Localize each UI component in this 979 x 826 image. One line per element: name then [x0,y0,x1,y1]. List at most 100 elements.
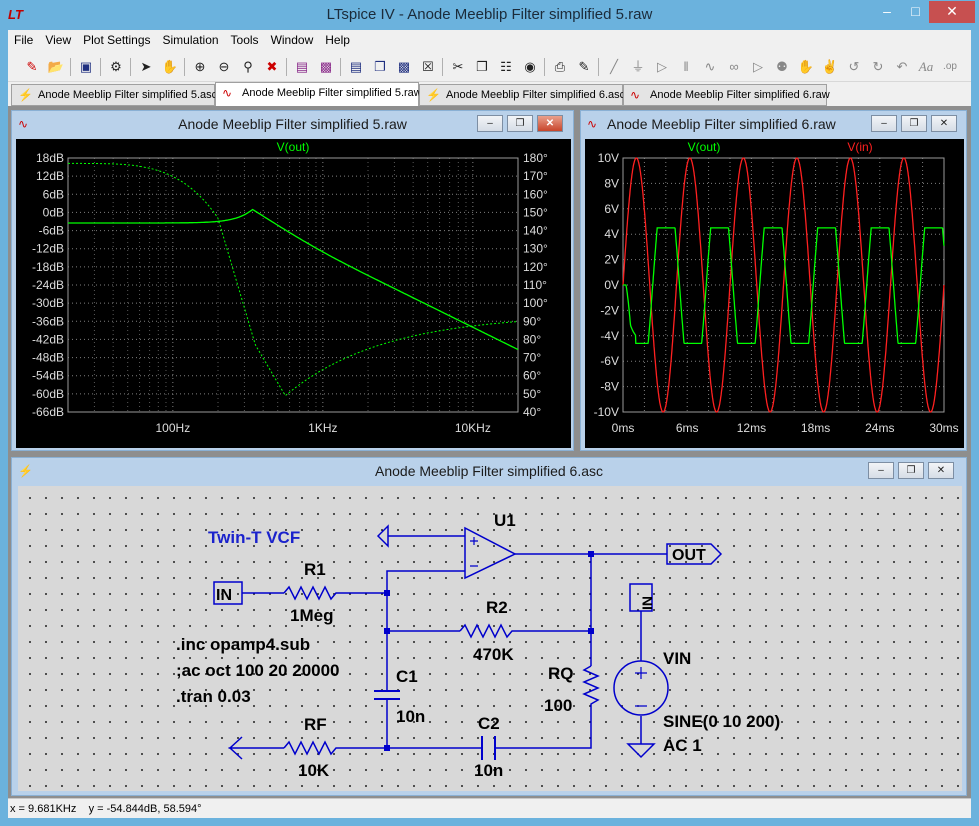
tab-meeblip-6-asc[interactable]: ⚡ Anode Meeblip Filter simplified 6.asc [419,84,625,106]
cascade-windows-icon[interactable]: ❐ [370,57,390,77]
ground-icon[interactable]: ⏚ [628,57,648,77]
label-out[interactable]: OUT [672,547,706,564]
close-window-icon[interactable]: ☒ [418,57,438,77]
zoom-fit-icon[interactable]: ⚲ [238,57,258,77]
minimize-button[interactable]: – [872,1,902,23]
label-r2-name[interactable]: R2 [486,598,508,617]
plot6-area[interactable]: V(out) V(in) 10V 8V 6V 4V 2V 0V -2V -4V -6V -8V -1… [585,139,964,448]
schematic-close-button[interactable]: ✕ [928,462,954,479]
drag-hand-icon[interactable]: ✌ [820,57,840,77]
spice-directive-ac[interactable]: ;ac oct 100 20 20000 [176,661,340,680]
label-r2-value[interactable]: 470K [473,645,514,664]
resistor-icon[interactable]: ∿ [700,57,720,77]
resistor-rf[interactable] [283,740,345,756]
plot5-area[interactable]: V(out) 18dB 12dB 6dB 0dB -6dB -12dB -18dB -24dB… [16,139,571,448]
label-net-icon[interactable]: ▷ [652,57,672,77]
schematic-heading[interactable]: Twin-T VCF [208,528,300,547]
plot5-minimize-button[interactable]: – [477,115,503,132]
menu-view[interactable]: View [39,30,77,52]
redo-icon[interactable]: ↻ [868,57,888,77]
plot6-close-button[interactable]: ✕ [931,115,957,132]
resistor-r1[interactable] [283,585,350,601]
plot6-minimize-button[interactable]: – [871,115,897,132]
cut-icon[interactable]: ✂ [448,57,468,77]
menu-tools[interactable]: Tools [225,30,265,52]
menu-plot-settings[interactable]: Plot Settings [77,30,156,52]
pan-hand-icon[interactable]: ✋ [160,57,180,77]
capacitor-c1[interactable] [374,690,400,700]
resistor-rq[interactable] [582,665,600,712]
close-button[interactable]: ✕ [929,1,975,23]
save-icon[interactable]: ▣ [76,57,96,77]
tab-meeblip-6-raw[interactable]: ∿ Anode Meeblip Filter simplified 6.raw [623,84,830,106]
text-icon[interactable]: Aa [916,57,936,77]
diode-icon[interactable]: ▷ [748,57,768,77]
print-icon[interactable]: ⎙ [550,57,570,77]
find-binoculars-icon[interactable]: ◉ [520,57,540,77]
move-hand-icon[interactable]: ✋ [796,57,816,77]
rotate-icon[interactable]: ↶ [892,57,912,77]
menu-window[interactable]: Window [265,30,320,52]
menu-help[interactable]: Help [319,30,356,52]
label-u1[interactable]: U1 [494,511,516,530]
plot6-trace1-label[interactable]: V(out) [688,140,721,154]
label-rq-name[interactable]: RQ [548,664,574,683]
wire [386,593,460,632]
plot5-close-button[interactable]: ✕ [537,115,563,132]
plot6-restore-button[interactable]: ❐ [901,115,927,132]
tile-vertical-icon[interactable]: ▩ [394,57,414,77]
schematic-canvas[interactable]: Twin-T VCF U1 OUT IN IN VIN R1 1Meg R2 4… [18,486,962,791]
tab-meeblip-5-raw[interactable]: ∿ Anode Meeblip Filter simplified 5.raw [215,82,422,106]
opamp-u1[interactable] [464,526,517,580]
source-sine-spec[interactable]: SINE(0 10 200) [663,712,780,731]
capacitor-c2[interactable] [481,736,496,760]
spice-directive-icon[interactable]: .op [940,57,960,77]
maximize-button[interactable]: □ [902,1,929,23]
label-rq-value[interactable]: 100 [544,696,572,715]
new-schematic-icon[interactable]: ✎ [22,57,42,77]
label-c2-value[interactable]: 10n [474,761,503,780]
plot5-trace-label[interactable]: V(out) [277,140,310,154]
zoom-in-icon[interactable]: ⊕ [190,57,210,77]
resistor-r2[interactable] [459,623,518,639]
schematic-restore-button[interactable]: ❐ [898,462,924,479]
spice-directive-tran[interactable]: .tran 0.03 [176,687,251,706]
open-folder-icon[interactable]: 📂 [46,57,66,77]
plot5-restore-button[interactable]: ❐ [507,115,533,132]
label-r1-value[interactable]: 1Meg [290,606,333,625]
paste-icon[interactable]: ☷ [496,57,516,77]
plot6-x-tick-label: 6ms [676,421,699,435]
label-in-source[interactable]: IN [639,596,655,610]
label-rf-name[interactable]: RF [304,715,327,734]
label-c2-name[interactable]: C2 [478,714,500,733]
zoom-out-icon[interactable]: ⊖ [214,57,234,77]
inductor-icon[interactable]: ∞ [724,57,744,77]
run-icon[interactable]: ➤ [136,57,156,77]
autorange-icon[interactable]: ▤ [292,57,312,77]
undo-icon[interactable]: ↺ [844,57,864,77]
plot6-trace2-label[interactable]: V(in) [847,140,872,154]
schematic-minimize-button[interactable]: – [868,462,894,479]
label-in[interactable]: IN [216,587,232,604]
print-setup-icon[interactable]: ✎ [574,57,594,77]
label-vin[interactable]: VIN [663,649,691,668]
label-rf-value[interactable]: 10K [298,761,330,780]
plot5-phase-trace[interactable] [68,162,519,397]
label-r1-name[interactable]: R1 [304,560,326,579]
copy-icon[interactable]: ❐ [472,57,492,77]
draw-wire-icon[interactable]: ╱ [604,57,624,77]
zoom-cancel-icon[interactable]: ✖ [262,57,282,77]
plot5-y2-tick-label: 70° [523,351,541,365]
source-ac-spec[interactable]: AC 1 [663,736,702,755]
menu-simulation[interactable]: Simulation [157,30,225,52]
manual-limits-icon[interactable]: ▩ [316,57,336,77]
control-panel-icon[interactable]: ⚙ [106,57,126,77]
tile-horizontal-icon[interactable]: ▤ [346,57,366,77]
label-c1-name[interactable]: C1 [396,667,418,686]
component-icon[interactable]: ⚉ [772,57,792,77]
label-c1-value[interactable]: 10n [396,707,425,726]
menu-file[interactable]: File [8,30,39,52]
capacitor-icon[interactable]: ‖ [676,57,696,77]
tab-meeblip-5-asc[interactable]: ⚡ Anode Meeblip Filter simplified 5.asc [11,84,217,106]
spice-directive-inc[interactable]: .inc opamp4.sub [176,635,310,654]
